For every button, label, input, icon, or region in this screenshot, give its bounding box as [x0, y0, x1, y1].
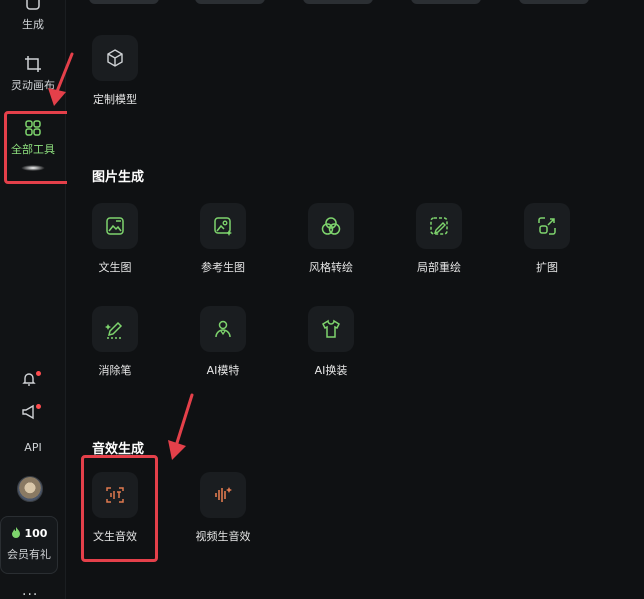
expand-image-icon: [538, 217, 556, 235]
ai-model-icon: [215, 320, 231, 338]
megaphone-icon[interactable]: [21, 404, 37, 420]
points-value: 100: [24, 527, 48, 540]
tool-tile: [416, 203, 462, 249]
tool-custom-model[interactable]: 定制模型: [67, 35, 163, 107]
api-link[interactable]: API: [0, 441, 66, 454]
cube-icon: [107, 49, 123, 67]
tool-style-transfer[interactable]: 风格转绘: [283, 203, 379, 275]
tool-label: 风格转绘: [309, 261, 353, 274]
member-label: 会员有礼: [7, 548, 51, 561]
tool-label: AI模特: [206, 364, 240, 377]
annotation-arrow-icon: [48, 52, 74, 106]
tool-text-to-image[interactable]: 文生图: [67, 203, 163, 275]
notification-dot: [36, 371, 41, 376]
tool-label: AI换装: [314, 364, 348, 377]
main-content: 定制模型 图片生成 文生图 参考生图 风格转绘 局部重绘 扩图 消除笔 AI模特…: [67, 0, 644, 599]
sidebar-item-label: 生成: [22, 18, 44, 31]
eraser-pen-icon: [105, 321, 123, 339]
tool-label: 视频生音效: [195, 530, 251, 543]
tool-label: 局部重绘: [417, 261, 461, 274]
avatar[interactable]: [17, 476, 43, 502]
tool-tile: [524, 203, 570, 249]
video-to-sound-icon: [215, 487, 232, 502]
tool-ai-model[interactable]: AI模特: [175, 306, 271, 378]
tool-tile: [92, 35, 138, 81]
text-to-image-icon: [106, 217, 124, 235]
tool-tile: [92, 306, 138, 352]
tool-tile: [92, 203, 138, 249]
tool-eraser-pen[interactable]: 消除笔: [67, 306, 163, 378]
tool-label: 文生图: [98, 261, 132, 274]
clipped-item: [195, 0, 265, 4]
highlight-text-to-sound: [81, 455, 158, 562]
tool-expand-image[interactable]: 扩图: [499, 203, 595, 275]
tool-video-to-sound[interactable]: 视频生音效: [175, 472, 271, 544]
announcement-dot: [36, 404, 41, 409]
points-display: 100: [1, 527, 57, 540]
api-label: API: [24, 441, 42, 454]
tool-tile: [308, 203, 354, 249]
clipped-item: [303, 0, 373, 4]
tool-tile: [308, 306, 354, 352]
reference-image-icon: [214, 217, 232, 236]
clipped-item: [411, 0, 481, 4]
member-gift-button[interactable]: 100 会员有礼: [0, 516, 58, 574]
more-icon[interactable]: ···: [22, 587, 38, 599]
bell-icon[interactable]: [21, 371, 37, 387]
tool-label: 参考生图: [201, 261, 245, 274]
tool-label: 消除笔: [98, 364, 132, 377]
sidebar-item-generate[interactable]: 生成: [0, 0, 66, 32]
tool-ai-outfit[interactable]: AI换装: [283, 306, 379, 378]
flame-icon: [11, 527, 20, 538]
generate-icon: [26, 0, 40, 10]
inpaint-icon: [430, 217, 448, 235]
style-transfer-icon: [321, 217, 341, 235]
tool-label: 扩图: [536, 261, 558, 274]
tool-tile: [200, 203, 246, 249]
tool-tile: [200, 306, 246, 352]
canvas-icon: [25, 56, 41, 72]
section-title-image: 图片生成: [92, 170, 145, 185]
clipped-item: [519, 0, 589, 4]
tool-tile: [200, 472, 246, 518]
annotation-arrow-icon: [168, 393, 194, 460]
clipped-item: [89, 0, 159, 4]
tool-inpaint[interactable]: 局部重绘: [391, 203, 487, 275]
tool-label: 定制模型: [93, 93, 137, 106]
tool-reference-image[interactable]: 参考生图: [175, 203, 271, 275]
ai-outfit-icon: [322, 319, 340, 338]
